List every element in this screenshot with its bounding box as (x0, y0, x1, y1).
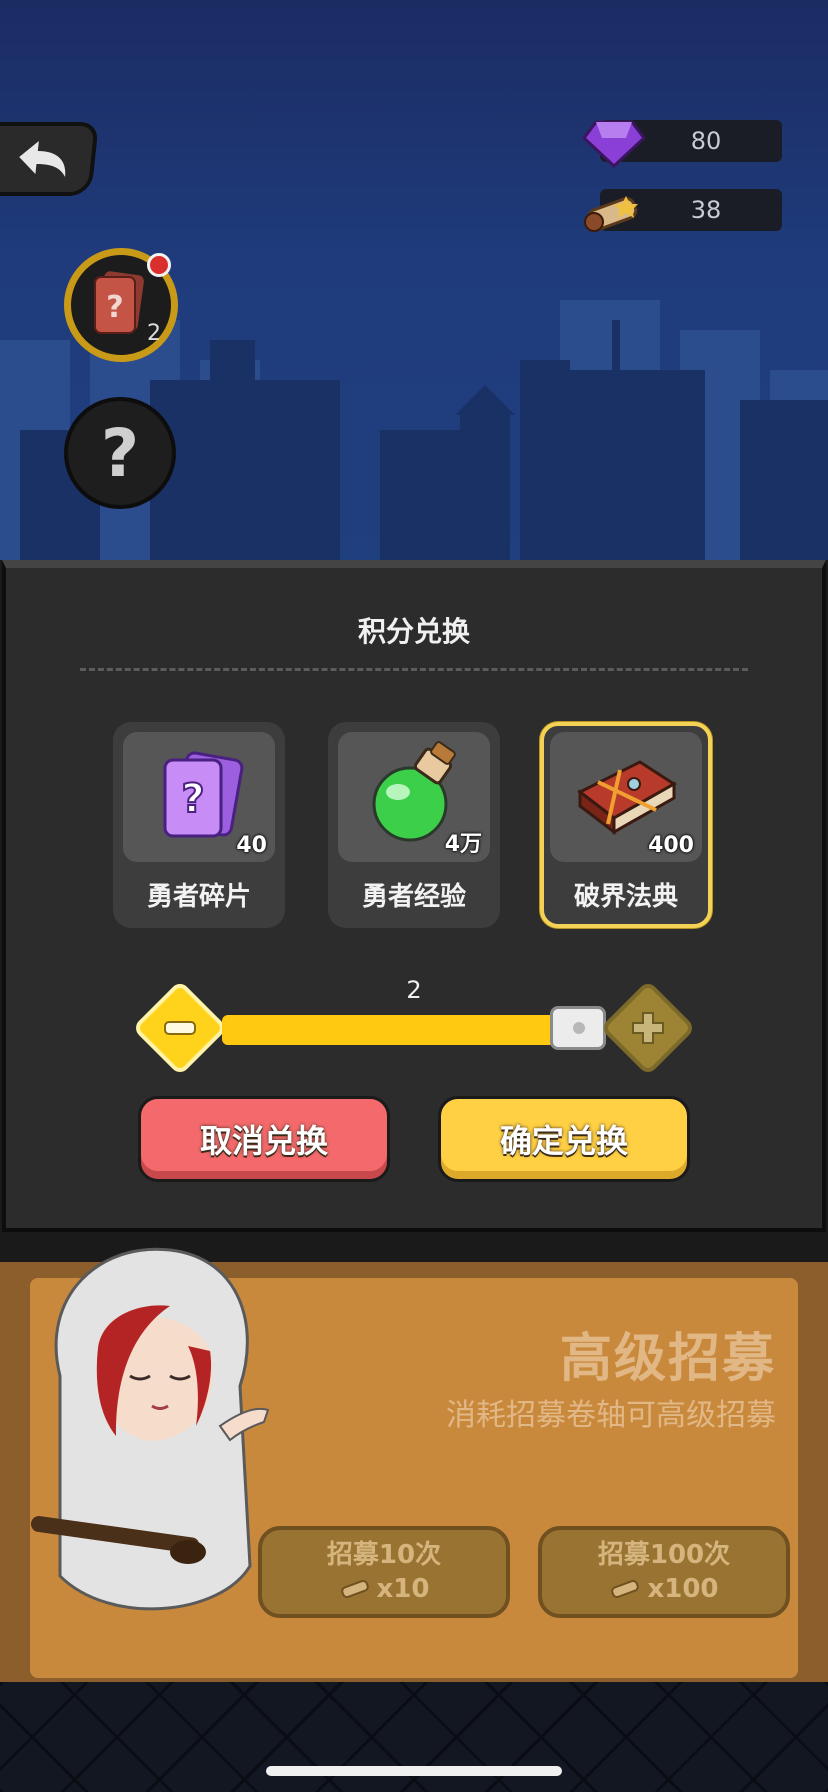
confirm-exchange-button[interactable]: 确定兑换 (438, 1096, 690, 1182)
recruit-10-button[interactable]: 招募10次 x10 (258, 1526, 510, 1618)
cancel-label: 取消兑换 (199, 1122, 328, 1160)
svg-text:?: ? (106, 290, 123, 325)
cancel-exchange-button[interactable]: 取消兑换 (138, 1096, 390, 1182)
recruit-10-label: 招募10次 (326, 1540, 442, 1570)
card-count: 2 (147, 321, 161, 346)
gem-count: 80 (690, 127, 722, 155)
item-quantity: 4万 (444, 832, 482, 857)
question-mark-icon: ? (100, 414, 140, 492)
scroll-count: 38 (690, 196, 722, 224)
plus-icon (628, 1008, 668, 1048)
recruit-scroll-icon (584, 196, 638, 232)
back-button[interactable] (0, 122, 99, 196)
item-name: 破界法典 (573, 882, 678, 912)
item-icon-box: 400 (550, 732, 702, 862)
minus-icon (160, 1008, 200, 1048)
quantity-slider-track[interactable] (222, 1015, 606, 1045)
dialog-title: 积分兑换 (357, 615, 470, 648)
item-quantity: 400 (648, 833, 694, 858)
quantity-slider-thumb[interactable] (550, 1006, 606, 1050)
back-arrow-icon (18, 141, 65, 177)
svg-text:?: ? (181, 776, 204, 822)
banner-subtitle: 消耗招募卷轴可高级招募 (446, 1398, 776, 1433)
scroll-icon (611, 1579, 640, 1599)
exchange-item-breaking-codex[interactable]: 400 破界法典 (540, 722, 712, 928)
exchange-item-hero-shard[interactable]: ? 40 勇者碎片 (113, 722, 285, 928)
recruit-100-label: 招募100次 (597, 1540, 731, 1570)
title-divider (80, 668, 748, 671)
item-quantity: 40 (236, 833, 267, 858)
banner-title: 高级招募 (559, 1329, 776, 1389)
help-button[interactable]: ? (64, 397, 176, 509)
item-name: 勇者碎片 (146, 882, 251, 912)
notification-dot (147, 253, 171, 277)
exchange-item-hero-exp[interactable]: 4万 勇者经验 (328, 722, 500, 928)
exchange-quantity: 2 (406, 976, 422, 1004)
recruit-100-cost: x100 (647, 1574, 719, 1604)
scroll-icon (340, 1579, 369, 1599)
item-icon-box: 4万 (338, 732, 490, 862)
recruit-100-button[interactable]: 招募100次 x100 (538, 1526, 790, 1618)
recruit-10-cost: x10 (376, 1574, 430, 1604)
purple-gem-icon (582, 120, 646, 168)
confirm-label: 确定兑换 (499, 1122, 628, 1160)
item-icon-box: ? 40 (123, 732, 275, 862)
hooded-hero-character (30, 1247, 270, 1611)
home-indicator[interactable] (266, 1766, 562, 1776)
item-name: 勇者经验 (361, 882, 466, 912)
